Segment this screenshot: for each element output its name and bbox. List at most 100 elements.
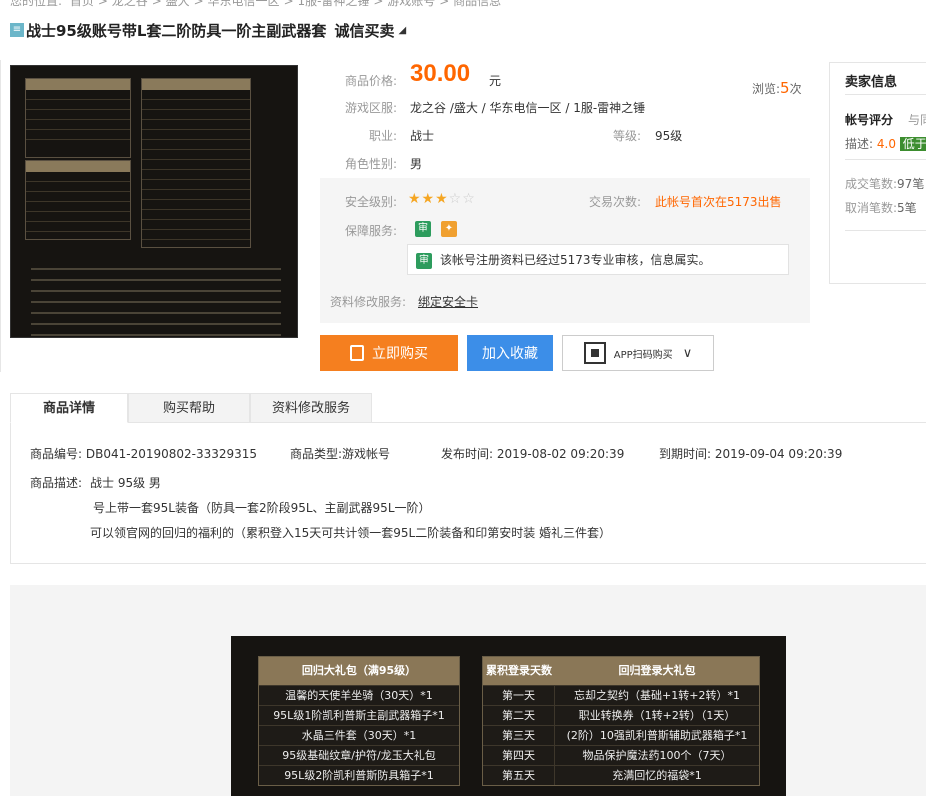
thumb-panel — [141, 78, 251, 248]
rating-label: 帐号评分 — [845, 113, 894, 127]
gift-panel-right: 累积登录天数 回归登录大礼包 第一天 忘却之契约（基础+1转+2转）*1 第二天 职… — [482, 656, 760, 786]
tab-buy-help[interactable]: 购买帮助 — [128, 393, 250, 423]
star-empty-icon: ☆☆ — [448, 191, 476, 207]
thumb-panel — [25, 78, 131, 158]
product-id-row: 商品编号: DB041-20190802-33329315 — [30, 445, 257, 462]
cart-icon — [350, 345, 364, 361]
trades-value: 此帐号首次在5173出售 — [655, 195, 782, 209]
gift-row: 第五天 充满回忆的福袋*1 — [483, 765, 759, 785]
item-cell: (2阶）10强凯利普斯辅助武器箱子*1 — [566, 729, 748, 742]
expire-time-value: 2019-09-04 09:20:39 — [714, 447, 843, 461]
views-number: 5 — [780, 79, 790, 97]
description-label: 商品描述: — [30, 476, 83, 490]
gift-row: 第三天 (2阶）10强凯利普斯辅助武器箱子*1 — [483, 725, 759, 745]
job-value: 战士 — [410, 129, 435, 143]
deals-row: 成交笔数:97笔 — [845, 175, 924, 192]
gift-row: 第二天 职业转换券（1转+2转）（1天） — [483, 705, 759, 725]
add-favorite-button[interactable]: 加入收藏 — [467, 335, 553, 371]
corner-arrow-icon: ◢ — [398, 24, 407, 36]
gift-panel-header: 累积登录天数 回归登录大礼包 — [483, 657, 759, 685]
cancel-value: 5笔 — [897, 201, 917, 215]
insurance-icon[interactable]: ✦ — [441, 221, 457, 237]
bind-security-card-link[interactable]: 绑定安全卡 — [418, 293, 478, 310]
level-label: 等级: — [613, 129, 642, 143]
tab-modify-service[interactable]: 资料修改服务 — [250, 393, 372, 423]
description-line: 号上带一套95L装备（防具一套2阶段95L、主副武器95L一阶） — [93, 501, 431, 515]
seller-divider — [845, 230, 926, 231]
desc-score-label: 描述: — [845, 137, 874, 151]
pack-col-header: 回归登录大礼包 — [555, 657, 759, 685]
product-title: 战士95级账号带L套二阶防具一阶主副武器套 — [26, 21, 327, 40]
rating-compare: 与同 — [908, 113, 926, 127]
day-cell: 第五天 — [483, 766, 555, 785]
app-scan-buy-button[interactable]: APP扫码购买 ∨ — [562, 335, 714, 371]
chevron-down-icon: ∨ — [682, 345, 693, 361]
publish-time-label: 发布时间: — [441, 447, 494, 461]
level-value: 95级 — [655, 129, 683, 143]
item-cell: 充满回忆的福袋*1 — [612, 769, 702, 782]
price-value: 30.00 — [410, 60, 471, 87]
app-scan-label: APP扫码购买 — [613, 349, 673, 361]
desc-score-value: 4.0 — [876, 137, 896, 151]
breadcrumb-item: 商品信息 — [453, 0, 502, 8]
audit-shield-icon: 审 — [416, 252, 432, 269]
cancel-row: 取消笔数:5笔 — [845, 199, 917, 216]
seller-divider — [845, 159, 926, 160]
guarantee-label: 保障服务: — [345, 224, 398, 238]
product-id-value: DB041-20190802-33329315 — [85, 447, 258, 461]
gift-row: 95级基础纹章/护符/龙玉大礼包 — [259, 745, 459, 765]
qr-code-icon — [583, 342, 606, 364]
gift-row: 水晶三件套（30天）*1 — [259, 725, 459, 745]
gift-panel-left: 回归大礼包（满95级） 温馨的天使羊坐骑（30天）*1 95L级1阶凯利普斯主副… — [258, 656, 460, 786]
item-cell: 职业转换券（1转+2转）（1天） — [578, 709, 736, 722]
day-col-header: 累积登录天数 — [483, 657, 555, 685]
gender-value: 男 — [410, 157, 423, 171]
gender-label: 角色性别: — [345, 157, 398, 171]
audit-tooltip: 审该帐号注册资料已经过5173专业审核，信息属实。 — [407, 244, 789, 275]
publish-time-value: 2019-08-02 09:20:39 — [496, 447, 625, 461]
product-type-label: 商品类型: — [290, 447, 343, 461]
price-label: 商品价格: — [345, 74, 398, 88]
breadcrumb: 您的位置: 首页 > 龙之谷 > 盛大 > 华东电信一区 > 1服-雷神之锤 > 游戏账号… — [10, 0, 505, 9]
gift-pack-image[interactable]: 回归大礼包（满95级） 温馨的天使羊坐骑（30天）*1 95L级1阶凯利普斯主副… — [231, 636, 786, 796]
add-favorite-label: 加入收藏 — [482, 346, 538, 362]
gift-row: 第四天 物品保护魔法药100个（7天） — [483, 745, 759, 765]
breadcrumb-item[interactable]: 华东电信一区 — [208, 0, 280, 8]
views-label: 浏览: — [752, 82, 781, 96]
breadcrumb-item[interactable]: 盛大 — [166, 0, 190, 8]
item-cell: 忘却之契约（基础+1转+2转）*1 — [574, 689, 740, 702]
product-type-icon: ≡ — [10, 23, 24, 37]
gift-row: 温馨的天使羊坐骑（30天）*1 — [259, 685, 459, 705]
thumb-panel — [25, 160, 131, 240]
detail-tabs: 商品详情 购买帮助 资料修改服务 — [10, 393, 926, 423]
item-cell: 物品保护魔法药100个（7天） — [582, 749, 732, 762]
desc-score-tag: 低于 — [899, 137, 926, 151]
description-line: 战士 95级 男 — [90, 476, 161, 490]
gift-row: 95L级2阶凯利普斯防具箱子*1 — [259, 765, 459, 785]
view-count: 浏览:5次 — [752, 79, 802, 97]
product-thumbnail[interactable] — [10, 65, 298, 338]
modify-label: 资料修改服务: — [330, 295, 407, 309]
description-line: 可以领官网的回归的福利的（累积登入15天可共计领一套95L二阶装备和印第安时装 … — [90, 526, 612, 540]
breadcrumb-item[interactable]: 龙之谷 — [112, 0, 148, 8]
region-label: 游戏区服: — [345, 101, 398, 115]
tab-product-detail[interactable]: 商品详情 — [10, 393, 128, 423]
expire-time-row: 到期时间: 2019-09-04 09:20:39 — [659, 445, 842, 462]
gift-row: 95L级1阶凯利普斯主副武器箱子*1 — [259, 705, 459, 725]
security-label: 安全级别: — [345, 195, 398, 209]
audit-tooltip-text: 该帐号注册资料已经过5173专业审核，信息属实。 — [440, 253, 711, 267]
breadcrumb-item[interactable]: 游戏账号 — [387, 0, 435, 8]
breadcrumb-item[interactable]: 首页 — [70, 0, 94, 8]
buy-now-button[interactable]: 立即购买 — [320, 335, 458, 371]
day-cell: 第三天 — [483, 726, 555, 745]
trades-label: 交易次数: — [589, 195, 642, 209]
audit-shield-icon[interactable]: 审 — [415, 221, 431, 237]
deals-value: 97笔 — [897, 177, 925, 191]
breadcrumb-item[interactable]: 1服-雷神之锤 — [297, 0, 369, 8]
deals-label: 成交笔数: — [845, 177, 898, 191]
expire-time-label: 到期时间: — [659, 447, 712, 461]
product-type-value: 游戏帐号 — [342, 447, 391, 461]
day-cell: 第四天 — [483, 746, 555, 765]
star-filled-icon: ★★★ — [408, 191, 449, 207]
integrity-tag: 诚信买卖 — [334, 21, 395, 40]
